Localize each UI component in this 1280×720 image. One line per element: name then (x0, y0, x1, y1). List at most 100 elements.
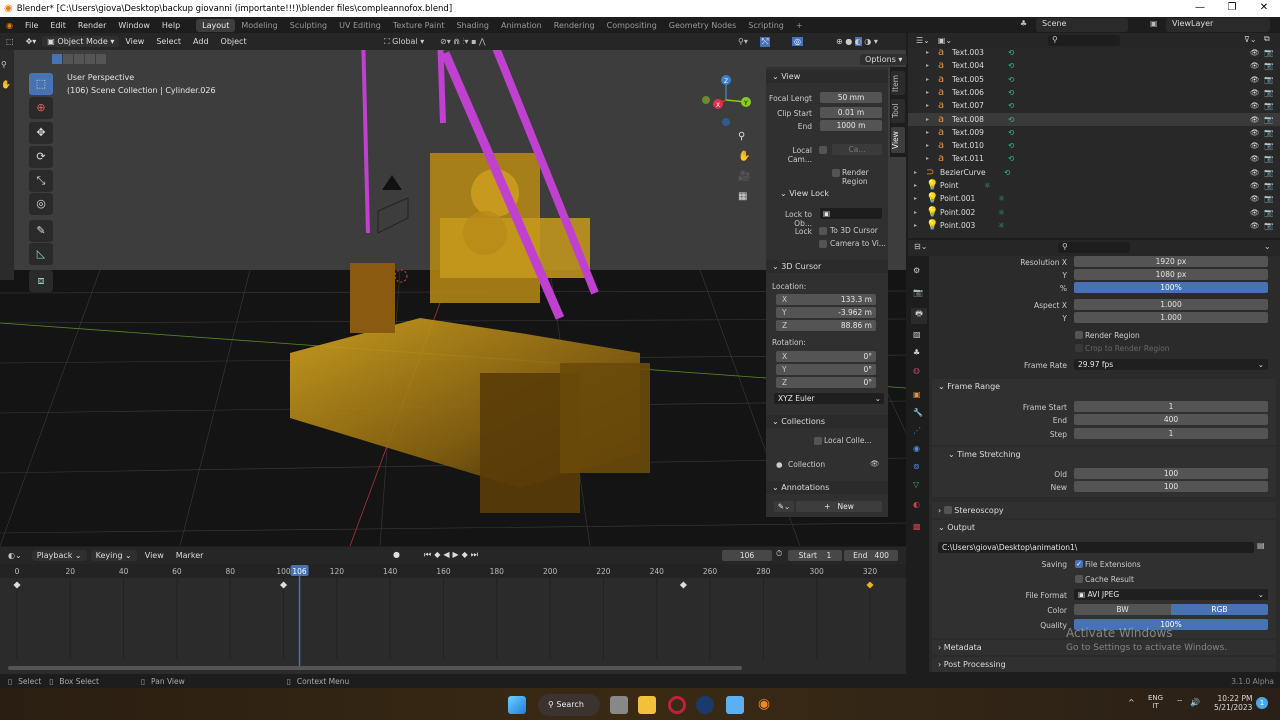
folder-browse-icon[interactable]: ▤ (1257, 541, 1265, 550)
blender-taskbar-icon[interactable]: ◉ (755, 696, 773, 714)
color-bw-option[interactable]: BW (1074, 604, 1171, 615)
filter-icon[interactable]: ⊽⌄ (1244, 35, 1257, 44)
outliner-row-name[interactable]: Point (940, 181, 959, 190)
expand-arrow-icon[interactable]: ▸ (914, 169, 917, 176)
lock-to-cursor-checkbox[interactable] (819, 227, 827, 235)
new-annotation-button[interactable]: + New (796, 501, 882, 512)
outliner-row-name[interactable]: Text.008 (952, 115, 984, 124)
outliner-row[interactable]: ▸ 💡 Point.003 ☼ 👁 📷 (908, 219, 1280, 232)
annotations-header[interactable]: ⌄ Annotations (766, 481, 888, 494)
gizmo-toggle-icon[interactable]: ⤲ (760, 36, 771, 47)
zoom-view-icon[interactable]: ⚲ (1, 60, 7, 69)
outliner-row[interactable]: ▸ a Text.009 ⟲ 👁 📷 (908, 126, 1280, 139)
time-stretching-header[interactable]: ⌄ Time Stretching (948, 450, 1021, 459)
render-camera-icon[interactable]: 📷 (1264, 141, 1273, 150)
outliner-row[interactable]: ▸ a Text.006 ⟲ 👁 📷 (908, 86, 1280, 99)
view-layer-selector[interactable]: ViewLayer (1166, 18, 1270, 32)
workspace-tab-modeling[interactable]: Modeling (235, 19, 283, 32)
expand-arrow-icon[interactable]: ▸ (914, 182, 917, 189)
visibility-eye-icon[interactable]: 👁 (1250, 88, 1260, 97)
expand-arrow-icon[interactable]: ▸ (926, 76, 929, 83)
visibility-eye-icon[interactable]: 👁 (1250, 154, 1260, 163)
timeline-view-menu[interactable]: View (145, 551, 164, 560)
display-mode-icon[interactable]: ☰⌄ (916, 36, 930, 45)
expand-arrow-icon[interactable]: ▸ (914, 195, 917, 202)
record-button[interactable]: ● (393, 550, 400, 559)
menu-edit[interactable]: Edit (44, 21, 72, 30)
viewport-menu-view[interactable]: View (119, 37, 150, 46)
menu-window[interactable]: Window (112, 21, 156, 30)
visibility-eye-icon[interactable]: 👁 (1250, 128, 1260, 137)
workspace-tab-animation[interactable]: Animation (495, 19, 548, 32)
outliner-row-name[interactable]: Text.007 (952, 101, 984, 110)
workspace-tab-geometry-nodes[interactable]: Geometry Nodes (663, 19, 742, 32)
outliner-row-name[interactable]: BezierCurve (940, 168, 986, 177)
snap-icon[interactable]: ⊘▾ ⋒ ⫶▾ ▪ ⋀ (440, 37, 486, 47)
stereoscopy-checkbox[interactable] (943, 506, 952, 514)
select-new-icon[interactable] (52, 54, 62, 64)
zoom-icon[interactable]: ⚲ (738, 131, 745, 142)
options-dropdown[interactable]: Options ▾ (860, 54, 908, 65)
outliner-row[interactable]: ▸ a Text.005 ⟲ 👁 📷 (908, 73, 1280, 86)
clip-start-field[interactable]: 0.01 m (820, 107, 882, 118)
workspace-tab-scripting[interactable]: Scripting (742, 19, 790, 32)
time-old-field[interactable]: 100 (1074, 468, 1268, 479)
outliner-row[interactable]: ▸ a Text.010 ⟲ 👁 📷 (908, 139, 1280, 152)
visibility-eye-icon[interactable]: 👁 (1250, 141, 1260, 150)
local-camera-checkbox[interactable] (819, 146, 827, 154)
properties-search-input[interactable]: ⚲ (1058, 242, 1130, 253)
tool-select-box[interactable]: ⬚ (29, 73, 53, 95)
resolution-y-field[interactable]: 1080 px (1074, 269, 1268, 280)
render-camera-icon[interactable]: 📷 (1264, 208, 1273, 217)
render-camera-icon[interactable]: 📷 (1264, 75, 1273, 84)
render-camera-icon[interactable]: 📷 (1264, 168, 1273, 177)
menu-render[interactable]: Render (72, 21, 112, 30)
blender-menu-icon[interactable]: ◉ (0, 21, 19, 30)
lock-to-object-field[interactable]: ▣ (820, 208, 882, 219)
visibility-eye-icon[interactable]: 👁 (1250, 168, 1260, 177)
playback-controls[interactable]: ⏮◆◀▶◆⏭ (424, 550, 481, 560)
tab-view[interactable]: View (891, 127, 905, 153)
data-tab-icon[interactable]: ▽ (913, 480, 919, 489)
close-button[interactable]: ✕ (1248, 0, 1280, 17)
outliner-row-name[interactable]: Text.011 (952, 154, 984, 163)
view-section-header[interactable]: ⌄ View (766, 70, 888, 83)
workspace-tab-texture-paint[interactable]: Texture Paint (387, 19, 451, 32)
timeline-scrollbar[interactable] (8, 666, 742, 670)
visibility-eye-icon[interactable]: 👁 (1250, 61, 1260, 70)
outliner-row-name[interactable]: Text.006 (952, 88, 984, 97)
steam-icon[interactable] (696, 696, 714, 714)
outliner-row-name[interactable]: Point.002 (940, 208, 975, 217)
outliner-row[interactable]: ▸ 💡 Point.002 ☼ 👁 📷 (908, 206, 1280, 219)
camera-view-icon[interactable]: 🎥 (738, 171, 750, 182)
tool-cursor[interactable]: ⊕ (29, 97, 53, 119)
workspace-tab-uv-editing[interactable]: UV Editing (333, 19, 387, 32)
select-subtract-icon[interactable] (74, 54, 84, 64)
crop-region-checkbox[interactable] (1075, 344, 1083, 352)
resolution-x-field[interactable]: 1920 px (1074, 256, 1268, 267)
render-region-prop-checkbox[interactable] (1075, 331, 1083, 339)
render-camera-icon[interactable]: 📷 (1264, 154, 1273, 163)
render-camera-icon[interactable]: 📷 (1264, 88, 1273, 97)
keyframe-marker[interactable] (866, 581, 874, 589)
cursor-z-field[interactable]: 88.86 m (776, 320, 876, 331)
expand-arrow-icon[interactable]: ▸ (926, 142, 929, 149)
select-invert-icon[interactable] (85, 54, 95, 64)
collections-header[interactable]: ⌄ Collections (766, 415, 888, 428)
output-path-field[interactable]: C:\Users\giova\Desktop\animation1\ (938, 542, 1254, 553)
focal-length-field[interactable]: 50 mm (820, 92, 882, 103)
outliner-row[interactable]: ▸ 💡 Point.001 ☼ 👁 📷 (908, 192, 1280, 205)
physics-tab-icon[interactable]: ◉ (913, 444, 920, 453)
rotation-mode-dropdown[interactable]: XYZ Euler ⌄ (774, 393, 884, 404)
keying-menu[interactable]: Keying ⌄ (90, 550, 137, 561)
tool-measure[interactable]: ◺ (29, 243, 53, 265)
frame-end-field[interactable]: 400 (1074, 414, 1268, 425)
frame-start-field[interactable]: 1 (1074, 401, 1268, 412)
modifier-tab-icon[interactable]: 🔧 (913, 408, 923, 417)
preview-range-icon[interactable]: ⏱ (776, 549, 782, 559)
tab-item[interactable]: Item (891, 71, 905, 95)
tool-annotate[interactable]: ✎ (29, 220, 53, 242)
outliner-row-name[interactable]: Text.009 (952, 128, 984, 137)
end-frame-field[interactable]: End 400 (844, 550, 898, 561)
frame-range-header[interactable]: ⌄ Frame Range (938, 382, 1000, 391)
